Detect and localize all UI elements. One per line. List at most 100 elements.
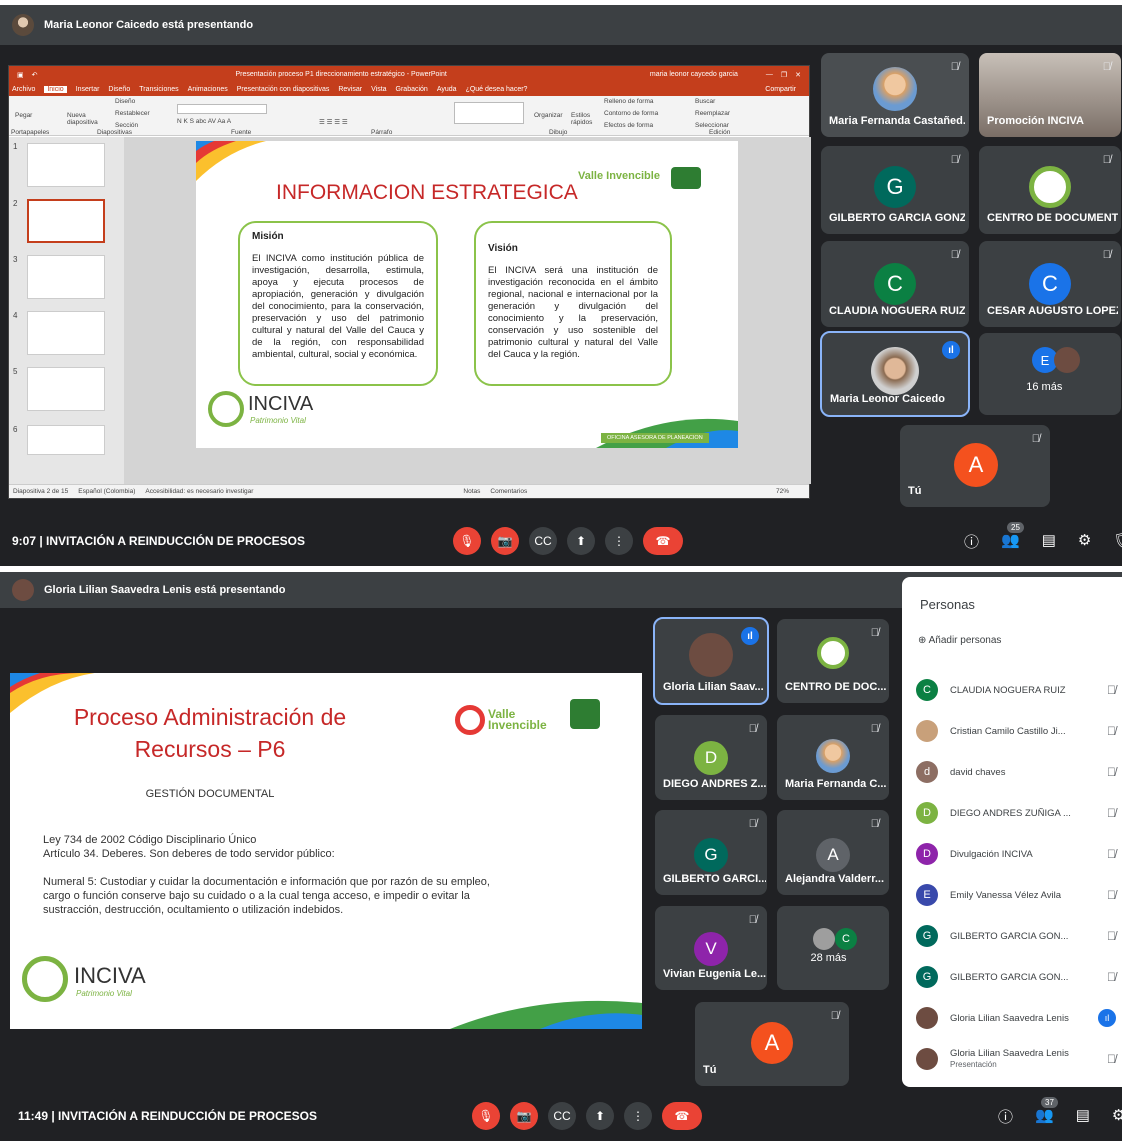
participant-tile[interactable]: C 🎙̸ CESAR AUGUSTO LOPEZ (979, 241, 1121, 327)
participant-row[interactable]: Cristian Camilo Castillo Ji... 🎙̸ (916, 716, 1116, 746)
new-slide-button[interactable]: Nueva diapositiva (67, 112, 103, 126)
participant-tile[interactable]: 🎙̸ Maria Fernanda C... (777, 715, 889, 800)
comments-button[interactable]: Comentarios (490, 488, 527, 495)
participant-tile[interactable]: G 🎙̸ GILBERTO GARCI... (655, 810, 767, 895)
participant-row[interactable]: D DIEGO ANDRES ZUÑIGA ... 🎙̸ (916, 798, 1116, 828)
chat-icon[interactable]: ▤ (1076, 1106, 1090, 1127)
menu-revisar[interactable]: Revisar (338, 86, 362, 93)
participant-row[interactable]: G GILBERTO GARCIA GON... 🎙̸ (916, 921, 1116, 951)
mic-off-icon[interactable]: 🎙̸ (1107, 1052, 1116, 1066)
menu-archivo[interactable]: Archivo (12, 86, 35, 93)
paragraph-tools[interactable]: ☰ ☰ ☰ ☰ (319, 118, 348, 126)
mic-off-icon[interactable]: 🎙̸ (1107, 847, 1116, 861)
menu-insertar[interactable]: Insertar (76, 86, 100, 93)
info-icon[interactable]: ⓘ (998, 1106, 1013, 1127)
shapes-gallery[interactable] (454, 102, 524, 124)
menu-grabacion[interactable]: Grabación (396, 86, 428, 93)
captions-button[interactable]: CC (529, 527, 557, 555)
participant-tile-speaking[interactable]: ıl Maria Leonor Caicedo (820, 331, 970, 417)
present-button[interactable]: ⬆ (567, 527, 595, 555)
leave-call-button[interactable]: ☎ (662, 1102, 702, 1130)
participant-row[interactable]: C CLAUDIA NOGUERA RUIZ 🎙̸ (916, 675, 1116, 705)
mic-toggle-button[interactable]: 🎙 (453, 527, 481, 555)
tell-me-input[interactable]: ¿Qué desea hacer? (466, 86, 528, 93)
participant-row[interactable]: Gloria Lilian Saavedra Lenis Presentación… (916, 1044, 1116, 1074)
shape-effects-button[interactable]: Efectos de forma (604, 122, 653, 129)
font-tools[interactable]: N K S abc AV Aa A (177, 118, 231, 125)
restore-icon[interactable]: ❐ (781, 71, 787, 79)
menu-presentacion[interactable]: Presentación con diapositivas (237, 86, 330, 93)
more-options-button[interactable]: ⋮ (605, 527, 633, 555)
minimize-icon[interactable]: — (766, 71, 773, 78)
chat-icon[interactable]: ▤ (1042, 531, 1056, 552)
more-participants-tile[interactable]: E 16 más (979, 333, 1121, 415)
participant-row[interactable]: E Emily Vanessa Vélez Avila 🎙̸ (916, 880, 1116, 910)
layout-button[interactable]: Diseño (115, 98, 135, 105)
zoom-level[interactable]: 72% (776, 488, 789, 495)
participant-tile[interactable]: V 🎙̸ Vivian Eugenia Le... (655, 906, 767, 990)
menu-inicio[interactable]: Inicio (44, 86, 67, 93)
participant-tile[interactable]: 🎙̸ Maria Fernanda Castañed... (821, 53, 969, 137)
people-icon[interactable]: 👥 37 (1035, 1096, 1058, 1127)
self-tile[interactable]: A 🎙̸ Tú (900, 425, 1050, 507)
participant-tile[interactable]: C 🎙̸ CLAUDIA NOGUERA RUIZ (821, 241, 969, 327)
mic-off-icon[interactable]: 🎙̸ (1107, 929, 1116, 943)
menu-animaciones[interactable]: Animaciones (188, 86, 228, 93)
leave-call-button[interactable]: ☎ (643, 527, 683, 555)
mic-toggle-button[interactable]: 🎙 (472, 1102, 500, 1130)
participant-row[interactable]: Gloria Lilian Saavedra Lenis ıl (916, 1003, 1116, 1033)
slide-thumb-3[interactable] (27, 255, 105, 299)
participant-row[interactable]: D Divulgación INCIVA 🎙̸ (916, 839, 1116, 869)
share-button[interactable]: Compartir (765, 86, 796, 93)
organize-button[interactable]: Organizar (534, 112, 563, 119)
mic-off-icon[interactable]: 🎙̸ (1107, 888, 1116, 902)
participant-tile[interactable]: G 🎙̸ GILBERTO GARCIA GONZ... (821, 146, 969, 234)
slide-thumb-5[interactable] (27, 367, 105, 411)
close-icon[interactable]: ✕ (795, 71, 801, 79)
section-button[interactable]: Sección (115, 122, 138, 129)
people-icon[interactable]: 👥 25 (1001, 521, 1024, 552)
camera-toggle-button[interactable]: 📷 (510, 1102, 538, 1130)
shape-fill-button[interactable]: Relleno de forma (604, 98, 654, 105)
font-select[interactable] (177, 104, 267, 114)
add-people-button[interactable]: ⊕ Añadir personas (918, 635, 1001, 646)
more-participants-tile[interactable]: C 28 más (777, 906, 889, 990)
mic-off-icon[interactable]: 🎙̸ (1107, 683, 1116, 697)
save-icon[interactable]: ▣ (17, 71, 24, 79)
present-button[interactable]: ⬆ (586, 1102, 614, 1130)
mic-off-icon[interactable]: 🎙̸ (1107, 765, 1116, 779)
mic-off-icon[interactable]: 🎙̸ (1107, 970, 1116, 984)
participant-tile[interactable]: 🎙̸ CENTRO DE DOCUMENTA... (979, 146, 1121, 234)
quick-styles-button[interactable]: Estilos rápidos (571, 112, 599, 126)
participant-row[interactable]: G GILBERTO GARCIA GON... 🎙̸ (916, 962, 1116, 992)
participant-tile[interactable]: 🎙̸ Promoción INCIVA (979, 53, 1121, 137)
menu-vista[interactable]: Vista (371, 86, 386, 93)
mic-off-icon[interactable]: 🎙̸ (1107, 806, 1116, 820)
more-options-button[interactable]: ⋮ (624, 1102, 652, 1130)
camera-toggle-button[interactable]: 📷 (491, 527, 519, 555)
menu-diseno[interactable]: Diseño (108, 86, 130, 93)
slide-thumb-4[interactable] (27, 311, 105, 355)
captions-button[interactable]: CC (548, 1102, 576, 1130)
participant-tile[interactable]: D 🎙̸ DIEGO ANDRES Z... (655, 715, 767, 800)
participant-row[interactable]: d david chaves 🎙̸ (916, 757, 1116, 787)
slide-thumb-1[interactable] (27, 143, 105, 187)
select-button[interactable]: Seleccionar (695, 122, 729, 129)
info-icon[interactable]: ⓘ (964, 531, 979, 552)
slide-thumb-6[interactable] (27, 425, 105, 455)
participant-tile[interactable]: 🎙̸ CENTRO DE DOC... (777, 619, 889, 703)
menu-ayuda[interactable]: Ayuda (437, 86, 457, 93)
slide-thumbnails[interactable]: 1 2 3 4 5 6 (9, 137, 124, 484)
reset-button[interactable]: Restablecer (115, 110, 150, 117)
host-controls-icon[interactable]: 🛡 (1113, 531, 1122, 552)
undo-icon[interactable]: ↶ (32, 71, 38, 79)
self-tile[interactable]: A 🎙̸ Tú (695, 1002, 849, 1086)
find-button[interactable]: Buscar (695, 98, 715, 105)
shape-outline-button[interactable]: Contorno de forma (604, 110, 658, 117)
activities-icon[interactable]: ⚙ (1112, 1106, 1122, 1127)
slide-thumb-2[interactable] (27, 199, 105, 243)
activities-icon[interactable]: ⚙ (1078, 531, 1091, 552)
menu-transiciones[interactable]: Transiciones (139, 86, 178, 93)
replace-button[interactable]: Reemplazar (695, 110, 730, 117)
participant-tile[interactable]: A 🎙̸ Alejandra Valderr... (777, 810, 889, 895)
